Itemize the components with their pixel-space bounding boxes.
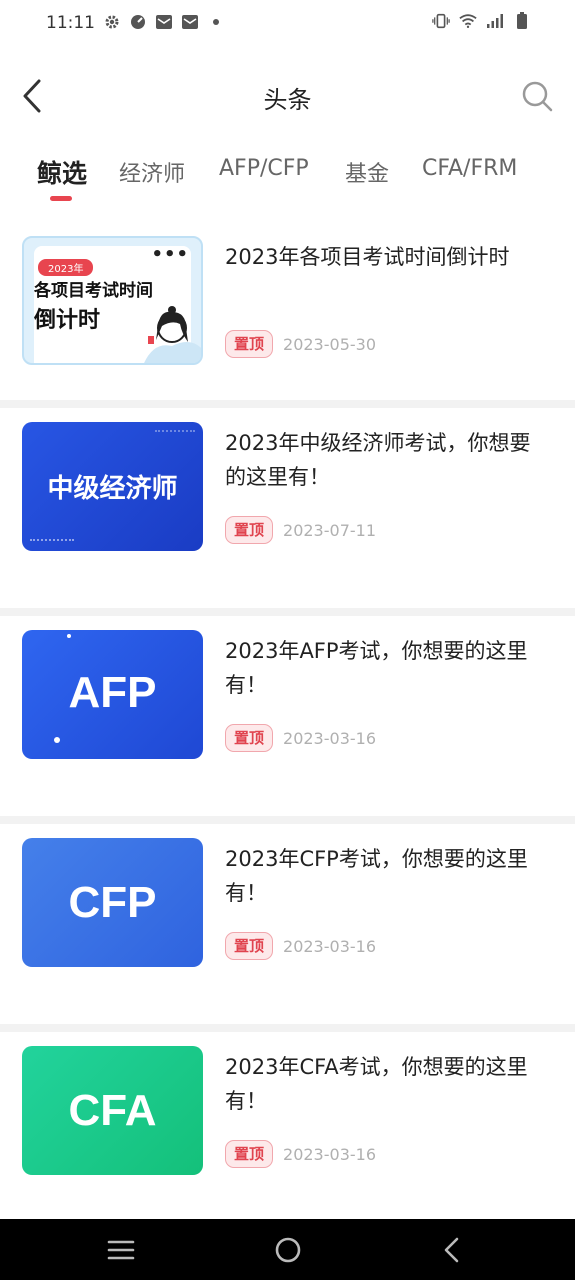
article-title: 2023年AFP考试，你想要的这里有！ — [225, 639, 528, 697]
article-thumbnail: AFP — [22, 630, 203, 759]
tab-fund[interactable]: 基金 — [345, 156, 389, 188]
article-thumbnail: CFP — [22, 838, 203, 967]
article-list: ••• 2023年 各项目考试时间 倒计时 2023年各项目考试时间倒计时 置顶… — [0, 222, 575, 1232]
article-meta: 置顶 2023-03-16 — [225, 1140, 376, 1168]
article-thumbnail: ••• 2023年 各项目考试时间 倒计时 — [22, 236, 203, 365]
divider — [0, 816, 575, 824]
home-circle-icon — [275, 1237, 301, 1263]
article-title: 2023年中级经济师考试，你想要的这里有！ — [225, 431, 531, 489]
active-tab-indicator — [50, 196, 72, 201]
tab-jingxuan[interactable]: 鲸选 — [37, 154, 87, 190]
thumbnail-label: AFP — [68, 668, 157, 717]
thumbnail-line2: 倒计时 — [34, 307, 101, 333]
pinned-badge: 置顶 — [225, 932, 274, 960]
category-tabs: 鲸选 经济师 AFP/CFP 基金 CFA/FRM — [0, 150, 575, 206]
article-thumbnail: CFA — [22, 1046, 203, 1175]
header: 头条 — [0, 60, 575, 132]
pinned-badge: 置顶 — [225, 516, 274, 544]
signal-icon — [486, 12, 504, 30]
battery-icon — [513, 12, 531, 30]
thumbnail-label: 中级经济师 — [47, 474, 178, 504]
system-nav-bar — [0, 1219, 575, 1280]
recent-apps-button[interactable] — [99, 1231, 143, 1269]
list-item[interactable]: ••• 2023年 各项目考试时间 倒计时 2023年各项目考试时间倒计时 置顶… — [0, 222, 575, 400]
article-meta: 置顶 2023-07-11 — [225, 516, 376, 544]
home-button[interactable] — [266, 1231, 310, 1269]
list-item[interactable]: CFP 2023年CFP考试，你想要的这里有！ 置顶 2023-03-16 — [0, 824, 575, 1024]
article-meta: 置顶 2023-03-16 — [225, 724, 376, 752]
article-thumbnail: 中级经济师 — [22, 422, 203, 551]
thumbnail-line1: 各项目考试时间 — [34, 281, 153, 301]
system-back-button[interactable] — [430, 1231, 474, 1269]
mail-icon — [181, 13, 199, 31]
article-title: 2023年CFP考试，你想要的这里有！ — [225, 847, 528, 905]
tab-cfa-frm[interactable]: CFA/FRM — [422, 156, 517, 181]
pinned-badge: 置顶 — [225, 724, 274, 752]
article-title: 2023年各项目考试时间倒计时 — [225, 245, 510, 269]
vibrate-icon — [432, 12, 450, 30]
article-date: 2023-05-30 — [283, 334, 376, 354]
divider — [0, 1024, 575, 1032]
status-bar: 11:11 — [0, 0, 575, 48]
year-tag: 2023年 — [38, 259, 94, 276]
tab-jingjishi[interactable]: 经济师 — [119, 156, 185, 188]
article-date: 2023-07-11 — [283, 520, 376, 540]
thumbnail-label: CFP — [68, 878, 157, 927]
pinned-badge: 置顶 — [225, 330, 274, 358]
article-title: 2023年CFA考试，你想要的这里有！ — [225, 1055, 528, 1113]
divider — [0, 400, 575, 408]
status-time: 11:11 — [46, 13, 95, 33]
back-triangle-icon — [444, 1237, 459, 1263]
divider — [0, 608, 575, 616]
wifi-icon — [459, 12, 477, 30]
list-item[interactable]: CFA 2023年CFA考试，你想要的这里有！ 置顶 2023-03-16 — [0, 1032, 575, 1232]
more-dots-icon: ••• — [151, 244, 189, 265]
list-item[interactable]: 中级经济师 2023年中级经济师考试，你想要的这里有！ 置顶 2023-07-1… — [0, 408, 575, 608]
thumbnail-label: CFA — [68, 1086, 157, 1135]
gear-icon — [103, 13, 121, 31]
menu-icon — [107, 1240, 135, 1260]
tab-afp-cfp[interactable]: AFP/CFP — [219, 156, 309, 181]
search-button[interactable] — [517, 76, 557, 116]
page-title: 头条 — [263, 86, 312, 114]
cartoon-girl-illustration — [144, 306, 201, 363]
article-date: 2023-03-16 — [283, 1144, 376, 1164]
search-icon — [522, 81, 553, 112]
speedometer-icon — [129, 13, 147, 31]
list-item[interactable]: AFP 2023年AFP考试，你想要的这里有！ 置顶 2023-03-16 — [0, 616, 575, 816]
pinned-badge: 置顶 — [225, 1140, 274, 1168]
mail-icon — [155, 13, 173, 31]
article-meta: 置顶 2023-03-16 — [225, 932, 376, 960]
article-date: 2023-03-16 — [283, 728, 376, 748]
article-meta: 置顶 2023-05-30 — [225, 330, 376, 358]
dot-icon — [207, 13, 225, 31]
article-date: 2023-03-16 — [283, 936, 376, 956]
